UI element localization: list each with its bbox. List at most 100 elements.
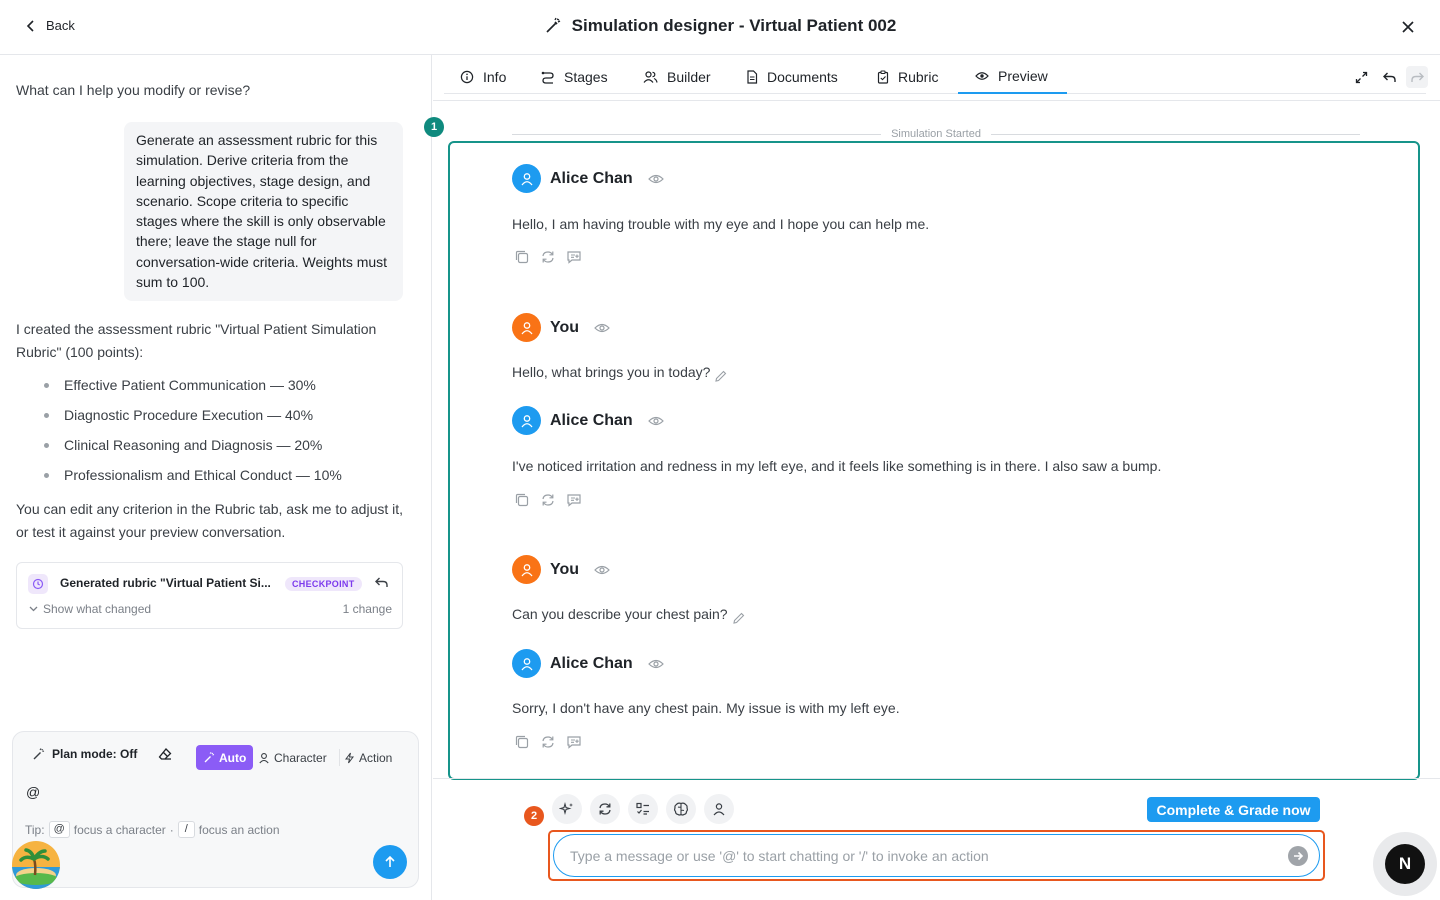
tab-info[interactable]: Info (460, 59, 506, 94)
message-body: Can you describe your chest pain? (512, 606, 728, 622)
copy-icon[interactable] (514, 492, 530, 508)
mode-auto-label: Auto (219, 750, 247, 765)
refresh-icon (599, 803, 611, 815)
pencil-icon[interactable] (714, 369, 728, 383)
visibility-icon[interactable] (647, 415, 664, 427)
plan-mode-toggle[interactable]: Plan mode: Off (32, 747, 137, 761)
tab-builder[interactable]: Builder (643, 59, 711, 94)
avatar[interactable] (12, 841, 60, 889)
checklist-icon (636, 802, 649, 815)
send-button[interactable] (1288, 846, 1308, 866)
pencil-icon[interactable] (732, 611, 746, 625)
simulation-started-label: Simulation Started (891, 128, 981, 140)
undo-icon (375, 577, 388, 587)
tab-label: Stages (564, 68, 608, 85)
mode-auto-button[interactable]: Auto (196, 745, 254, 770)
avatar (512, 649, 541, 678)
suggest-button[interactable] (552, 794, 582, 824)
assistant-send-button[interactable] (373, 845, 407, 879)
message-actions (514, 734, 582, 750)
sender-name: You (550, 318, 580, 336)
assistant-panel: What can I help you modify or revise? Ge… (0, 55, 432, 900)
mode-action-button[interactable]: Action (344, 745, 392, 770)
page-title: Simulation designer - Virtual Patient 00… (0, 16, 1440, 36)
visibility-icon[interactable] (594, 322, 610, 334)
add-comment-icon[interactable] (566, 734, 582, 750)
restore-checkpoint-button[interactable] (375, 577, 388, 588)
message-header: You (512, 313, 610, 342)
message-input[interactable] (553, 834, 1320, 877)
checklist-button[interactable] (628, 794, 658, 824)
message-text: I've noticed irritation and redness in m… (512, 458, 1161, 474)
stages-icon (541, 71, 554, 84)
regenerate-icon[interactable] (540, 492, 556, 508)
tab-label: Info (483, 68, 507, 85)
brain-button[interactable] (666, 794, 696, 824)
message-body: Hello, what brings you in today? (512, 364, 711, 380)
message-text: Hello, I am having trouble with my eye a… (512, 216, 929, 232)
assistant-launcher[interactable]: N (1373, 832, 1437, 896)
plan-mode-label: Plan mode: Off (52, 747, 138, 761)
avatar (512, 164, 541, 193)
tab-documents[interactable]: Documents (746, 59, 838, 94)
mode-character-button[interactable]: Character (258, 745, 327, 770)
show-changes-toggle[interactable]: Show what changed (29, 602, 151, 616)
list-item: Professionalism and Ethical Conduct — 10… (44, 464, 342, 494)
copy-icon[interactable] (514, 249, 530, 265)
history-icon (28, 574, 48, 594)
undo-button[interactable] (1378, 66, 1400, 88)
clear-button[interactable] (158, 747, 172, 761)
tab-rubric[interactable]: Rubric (877, 59, 938, 94)
message-text: Can you describe your chest pain? (512, 603, 746, 625)
copy-icon[interactable] (514, 734, 530, 750)
bolt-icon (345, 752, 354, 763)
message-actions (514, 249, 582, 265)
info-icon (460, 70, 474, 83)
character-button[interactable] (704, 794, 734, 824)
close-button[interactable] (1398, 17, 1418, 37)
quick-tools (552, 794, 734, 824)
add-comment-icon[interactable] (566, 249, 582, 265)
brain-icon (674, 802, 688, 816)
users-icon (643, 70, 658, 83)
close-icon (1402, 21, 1414, 33)
mode-action-label: Action (359, 750, 393, 765)
annotation-marker: 1 (424, 117, 444, 137)
tip-key: / (177, 821, 195, 838)
criteria-list: Effective Patient Communication — 30% Di… (44, 374, 342, 494)
sparkles-icon (559, 801, 573, 816)
regenerate-icon[interactable] (540, 734, 556, 750)
tip-key: @ (48, 821, 70, 838)
message-header: You (512, 555, 610, 584)
visibility-icon[interactable] (594, 564, 610, 576)
top-bar: Back Simulation designer - Virtual Patie… (0, 0, 1440, 55)
regenerate-icon[interactable] (540, 249, 556, 265)
tab-stages[interactable]: Stages (541, 59, 608, 94)
avatar (512, 313, 541, 342)
redo-button[interactable] (1406, 66, 1428, 88)
tip-text: focus a character (73, 822, 166, 837)
page-title-text: Simulation designer - Virtual Patient 00… (571, 16, 897, 35)
undo-icon (1382, 72, 1396, 82)
redo-icon (1410, 72, 1424, 82)
tip-prefix: Tip: (25, 822, 45, 837)
restart-button[interactable] (590, 794, 620, 824)
user-icon (520, 414, 533, 427)
complete-grade-button[interactable]: Complete & Grade now (1147, 797, 1320, 822)
message-actions (514, 492, 582, 508)
tip-text: focus an action (198, 822, 280, 837)
tab-label: Documents (767, 68, 838, 85)
visibility-icon[interactable] (647, 173, 664, 185)
assistant-question: What can I help you modify or revise? (16, 82, 251, 98)
visibility-icon[interactable] (647, 658, 664, 670)
assistant-input[interactable]: @ (26, 784, 40, 800)
tab-preview[interactable]: Preview (958, 59, 1067, 94)
add-comment-icon[interactable] (566, 492, 582, 508)
expand-button[interactable] (1350, 66, 1372, 88)
annotation-marker: 2 (524, 806, 544, 826)
assistant-reply-outro: You can edit any criterion in the Rubric… (16, 501, 404, 540)
divider (339, 749, 340, 766)
show-changes-label: Show what changed (43, 602, 152, 616)
magic-wand-icon (204, 751, 215, 762)
chevron-down-icon (29, 606, 38, 612)
